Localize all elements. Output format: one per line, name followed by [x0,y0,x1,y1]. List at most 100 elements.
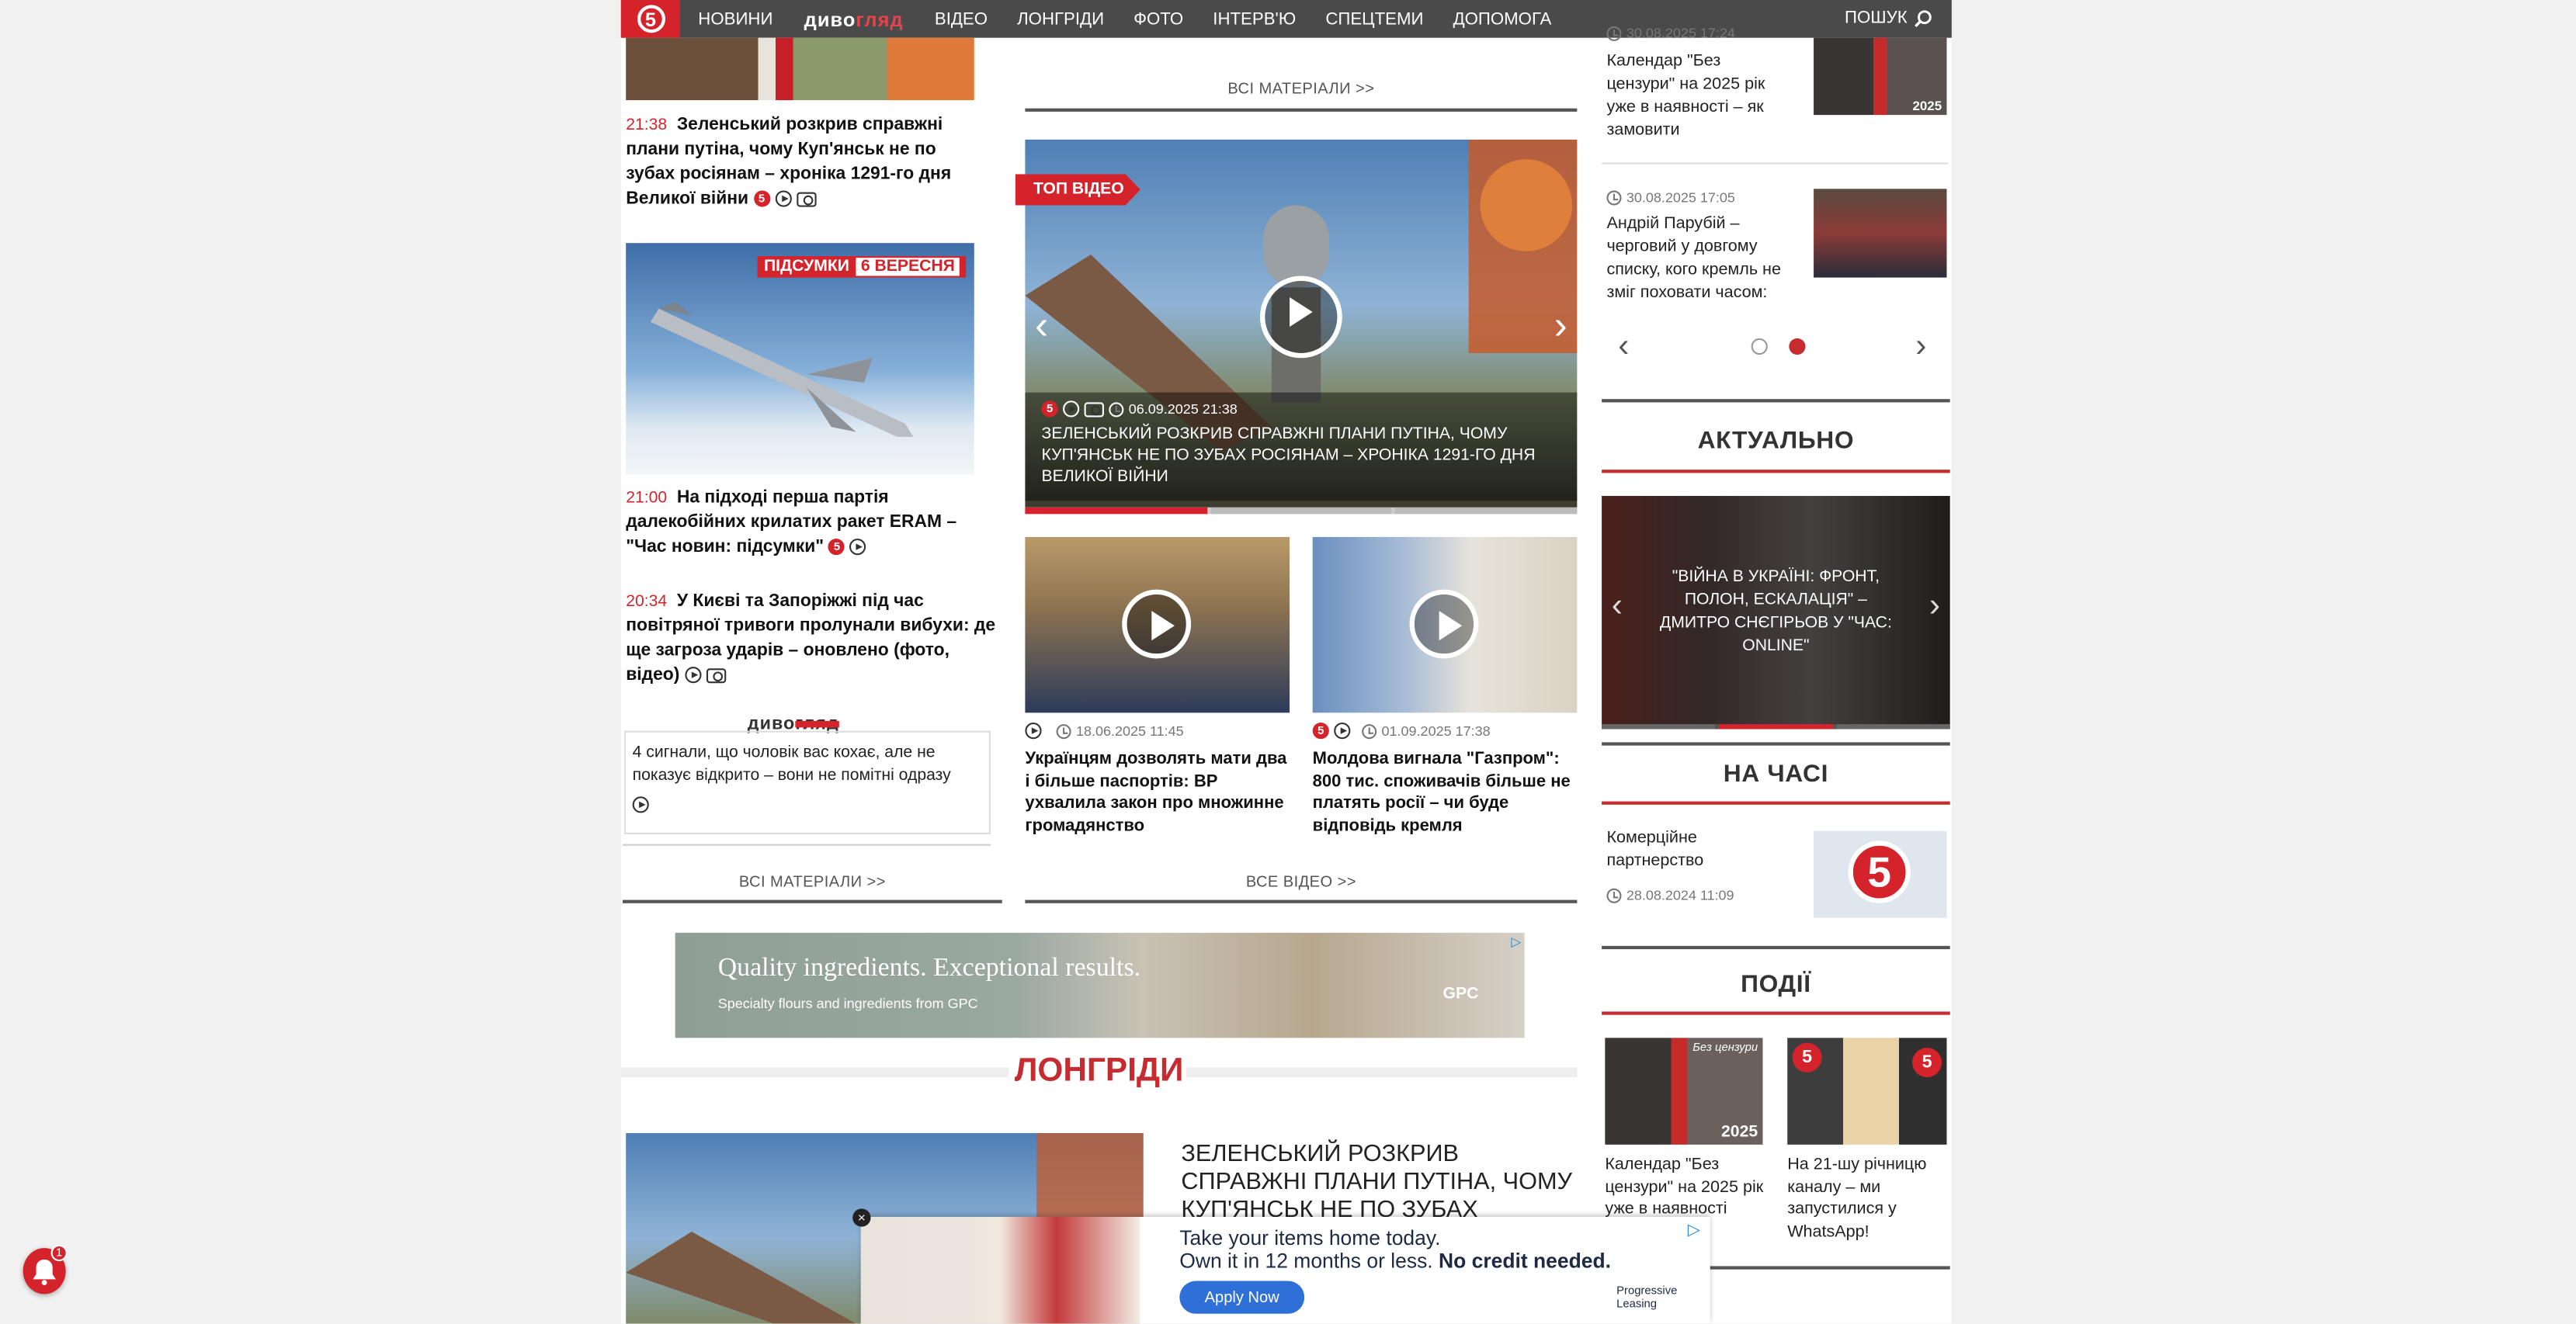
slider-item-2-image[interactable] [1814,189,1947,278]
play-button[interactable] [1259,276,1342,359]
notification-bell[interactable]: 1 [23,1244,68,1295]
nav-news[interactable]: НОВИНИ [683,9,787,29]
na-chasi-item-image[interactable]: 5 [1814,830,1947,918]
na-chasi-item-date: 28.08.2024 11:09 [1606,887,1734,903]
channel5-logo: 5 [1848,840,1911,903]
video-1-meta: 18.06.2025 11:45 [1025,723,1184,740]
video-icon [1063,400,1080,418]
divider [1602,742,1950,746]
slider-item-1-title[interactable]: Календар "Без цензури" на 2025 рік уже в… [1606,51,1792,143]
search-icon [1915,9,1932,26]
podii-image-text: Без цензури [1692,1042,1758,1055]
page: 5 НОВИНИ дивогляд ВІДЕО ЛОНГРІДИ ФОТО ІН… [0,0,2576,1324]
left-news-1[interactable]: 21:38 Зеленський розкрив справжні плани … [626,113,988,212]
longreads-bar-right [1186,1067,1578,1078]
top-navbar: 5 НОВИНИ дивогляд ВІДЕО ЛОНГРІДИ ФОТО ІН… [620,0,1952,38]
ad-headline: Quality ingredients. Exceptional results… [717,954,1141,983]
video-icon [774,190,792,207]
slider-progress [1025,507,1578,515]
video-icon [1025,723,1042,740]
channel5-icon: 5 [753,190,770,207]
clock-icon [1606,887,1622,903]
year-label: 2025 [1912,98,1942,114]
progress-active [1719,724,1833,730]
slider-dot-2-active[interactable] [1789,338,1806,355]
video-1-title[interactable]: Українцям дозволять мати два і більше па… [1025,749,1293,837]
channel5-icon: 5 [1312,723,1329,740]
clock-icon [1362,723,1377,739]
aktualno-caption[interactable]: "ВІЙНА В УКРАЇНІ: ФРОНТ, ПОЛОН, ЕСКАЛАЦІ… [1651,567,1901,658]
clock-icon [1606,25,1622,40]
aktualno-video[interactable]: "ВІЙНА В УКРАЇНІ: ФРОНТ, ПОЛОН, ЕСКАЛАЦІ… [1602,496,1950,730]
podii-item-2-title[interactable]: На 21-шу річницю каналу – ми запустилися… [1787,1155,1948,1243]
na-chasi-item-title[interactable]: Комерційне партнерство [1606,827,1762,873]
slider-item-2-date: 30.08.2025 17:05 [1606,189,1735,206]
podii-item-2-image[interactable]: 5 5 [1787,1038,1947,1145]
photo-icon [706,667,726,683]
nav-special[interactable]: СПЕЦТЕМИ [1311,9,1438,29]
clock-icon [1056,723,1071,739]
video-2-meta: 5 01.09.2025 17:38 [1312,723,1491,740]
podii-item-1-image[interactable]: Без цензури 2025 [1605,1038,1763,1145]
channel-logo[interactable]: 5 [620,0,681,38]
divider [1602,162,1949,165]
play-button[interactable] [1409,589,1479,659]
nav-video[interactable]: ВІДЕО [920,9,1002,29]
ad-subtitle: Specialty flours and ingredients from GP… [717,995,978,1012]
divogliad-text: 4 сигнали, що чоловік вас кохає, але не … [632,743,951,785]
video-icon [684,667,701,684]
slider-prev[interactable]: ‹ [1618,328,1629,366]
clock-icon [1109,401,1124,417]
play-button[interactable] [1122,589,1192,659]
top-video-date: 06.09.2025 21:38 [1128,400,1238,418]
nav-divogliad[interactable]: дивогляд [787,8,919,31]
slider-next[interactable]: › [1915,328,1926,366]
progress-active [1025,507,1207,515]
adchoices-icon[interactable]: ▷ [1688,1222,1700,1239]
left-all-materials-link[interactable]: ВСІ МАТЕРІАЛИ >> [623,874,1002,892]
left-news-2[interactable]: 21:00 На підході перша партія далекобійн… [626,486,995,560]
top-video-title[interactable]: ЗЕЛЕНСЬКИЙ РОЗКРИВ СПРАВЖНІ ПЛАНИ ПУТІНА… [1042,424,1561,488]
slider-dot-1[interactable] [1751,338,1768,355]
summary-banner-image[interactable]: ПІДСУМКИ 6 ВЕРЕСНЯ [626,243,974,475]
podii-item-1-title[interactable]: Календар "Без цензури" на 2025 рік уже в… [1605,1155,1765,1222]
slider-prev-arrow[interactable]: ‹ [1035,303,1048,349]
slider-item-1-date: 30.08.2025 17:24 [1606,25,1735,41]
all-videos-link[interactable]: ВСЕ ВІДЕО >> [1025,874,1577,892]
video-thumb-2[interactable] [1312,536,1578,713]
video-icon [632,795,649,813]
left-news-3[interactable]: 20:34 У Києві та Запоріжжі під час повіт… [626,590,995,688]
divider [1602,801,1950,805]
aktualno-title: АКТУАЛЬНО [1697,427,1855,456]
summary-badge: ПІДСУМКИ 6 ВЕРЕСНЯ [757,256,967,278]
channel5-icon: 5 [828,539,845,556]
divogliad-card[interactable]: 4 сигнали, що чоловік вас кохає, але не … [624,730,991,834]
notification-count: 1 [50,1244,68,1262]
divider [1025,899,1578,903]
adchoices-icon[interactable]: ▷ [1511,934,1521,949]
video-thumb-1[interactable] [1025,536,1290,713]
ad-banner[interactable]: Quality ingredients. Exceptional results… [675,932,1525,1038]
divider [622,844,991,846]
video-2-title[interactable]: Молдова вигнала "Газпром": 800 тис. спож… [1313,749,1581,837]
top-video-badge: ТОП ВІДЕО [1015,174,1140,206]
search-button[interactable]: ПОШУК [1845,9,1932,28]
aktualno-next-arrow[interactable]: › [1929,588,1940,626]
nav-interview[interactable]: ІНТЕРВ'Ю [1198,9,1311,29]
nav-photo[interactable]: ФОТО [1119,9,1198,29]
bottom-ad[interactable]: Take your items home today. Own it in 12… [860,1216,1710,1324]
center-all-materials-link[interactable]: ВСІ МАТЕРІАЛИ >> [1025,81,1577,99]
clock-icon [1606,189,1622,205]
slider-next-arrow[interactable]: › [1554,303,1567,349]
nav-help[interactable]: ДОПОМОГА [1439,9,1567,29]
apply-now-button[interactable]: Apply Now [1179,1281,1305,1314]
podii-title: ПОДІЇ [1741,970,1811,999]
close-ad-icon[interactable]: × [852,1208,871,1227]
video-icon [1334,723,1351,740]
na-chasi-title: НА ЧАСІ [1723,760,1829,789]
nav-longreads[interactable]: ЛОНГРІДИ [1002,9,1119,29]
news-image-1[interactable] [626,37,974,101]
slider-item-1-image[interactable]: 2025 [1814,37,1947,116]
slider-item-2-title[interactable]: Андрій Парубій – черговий у довгому спис… [1606,213,1804,305]
aktualno-prev-arrow[interactable]: ‹ [1612,588,1623,626]
